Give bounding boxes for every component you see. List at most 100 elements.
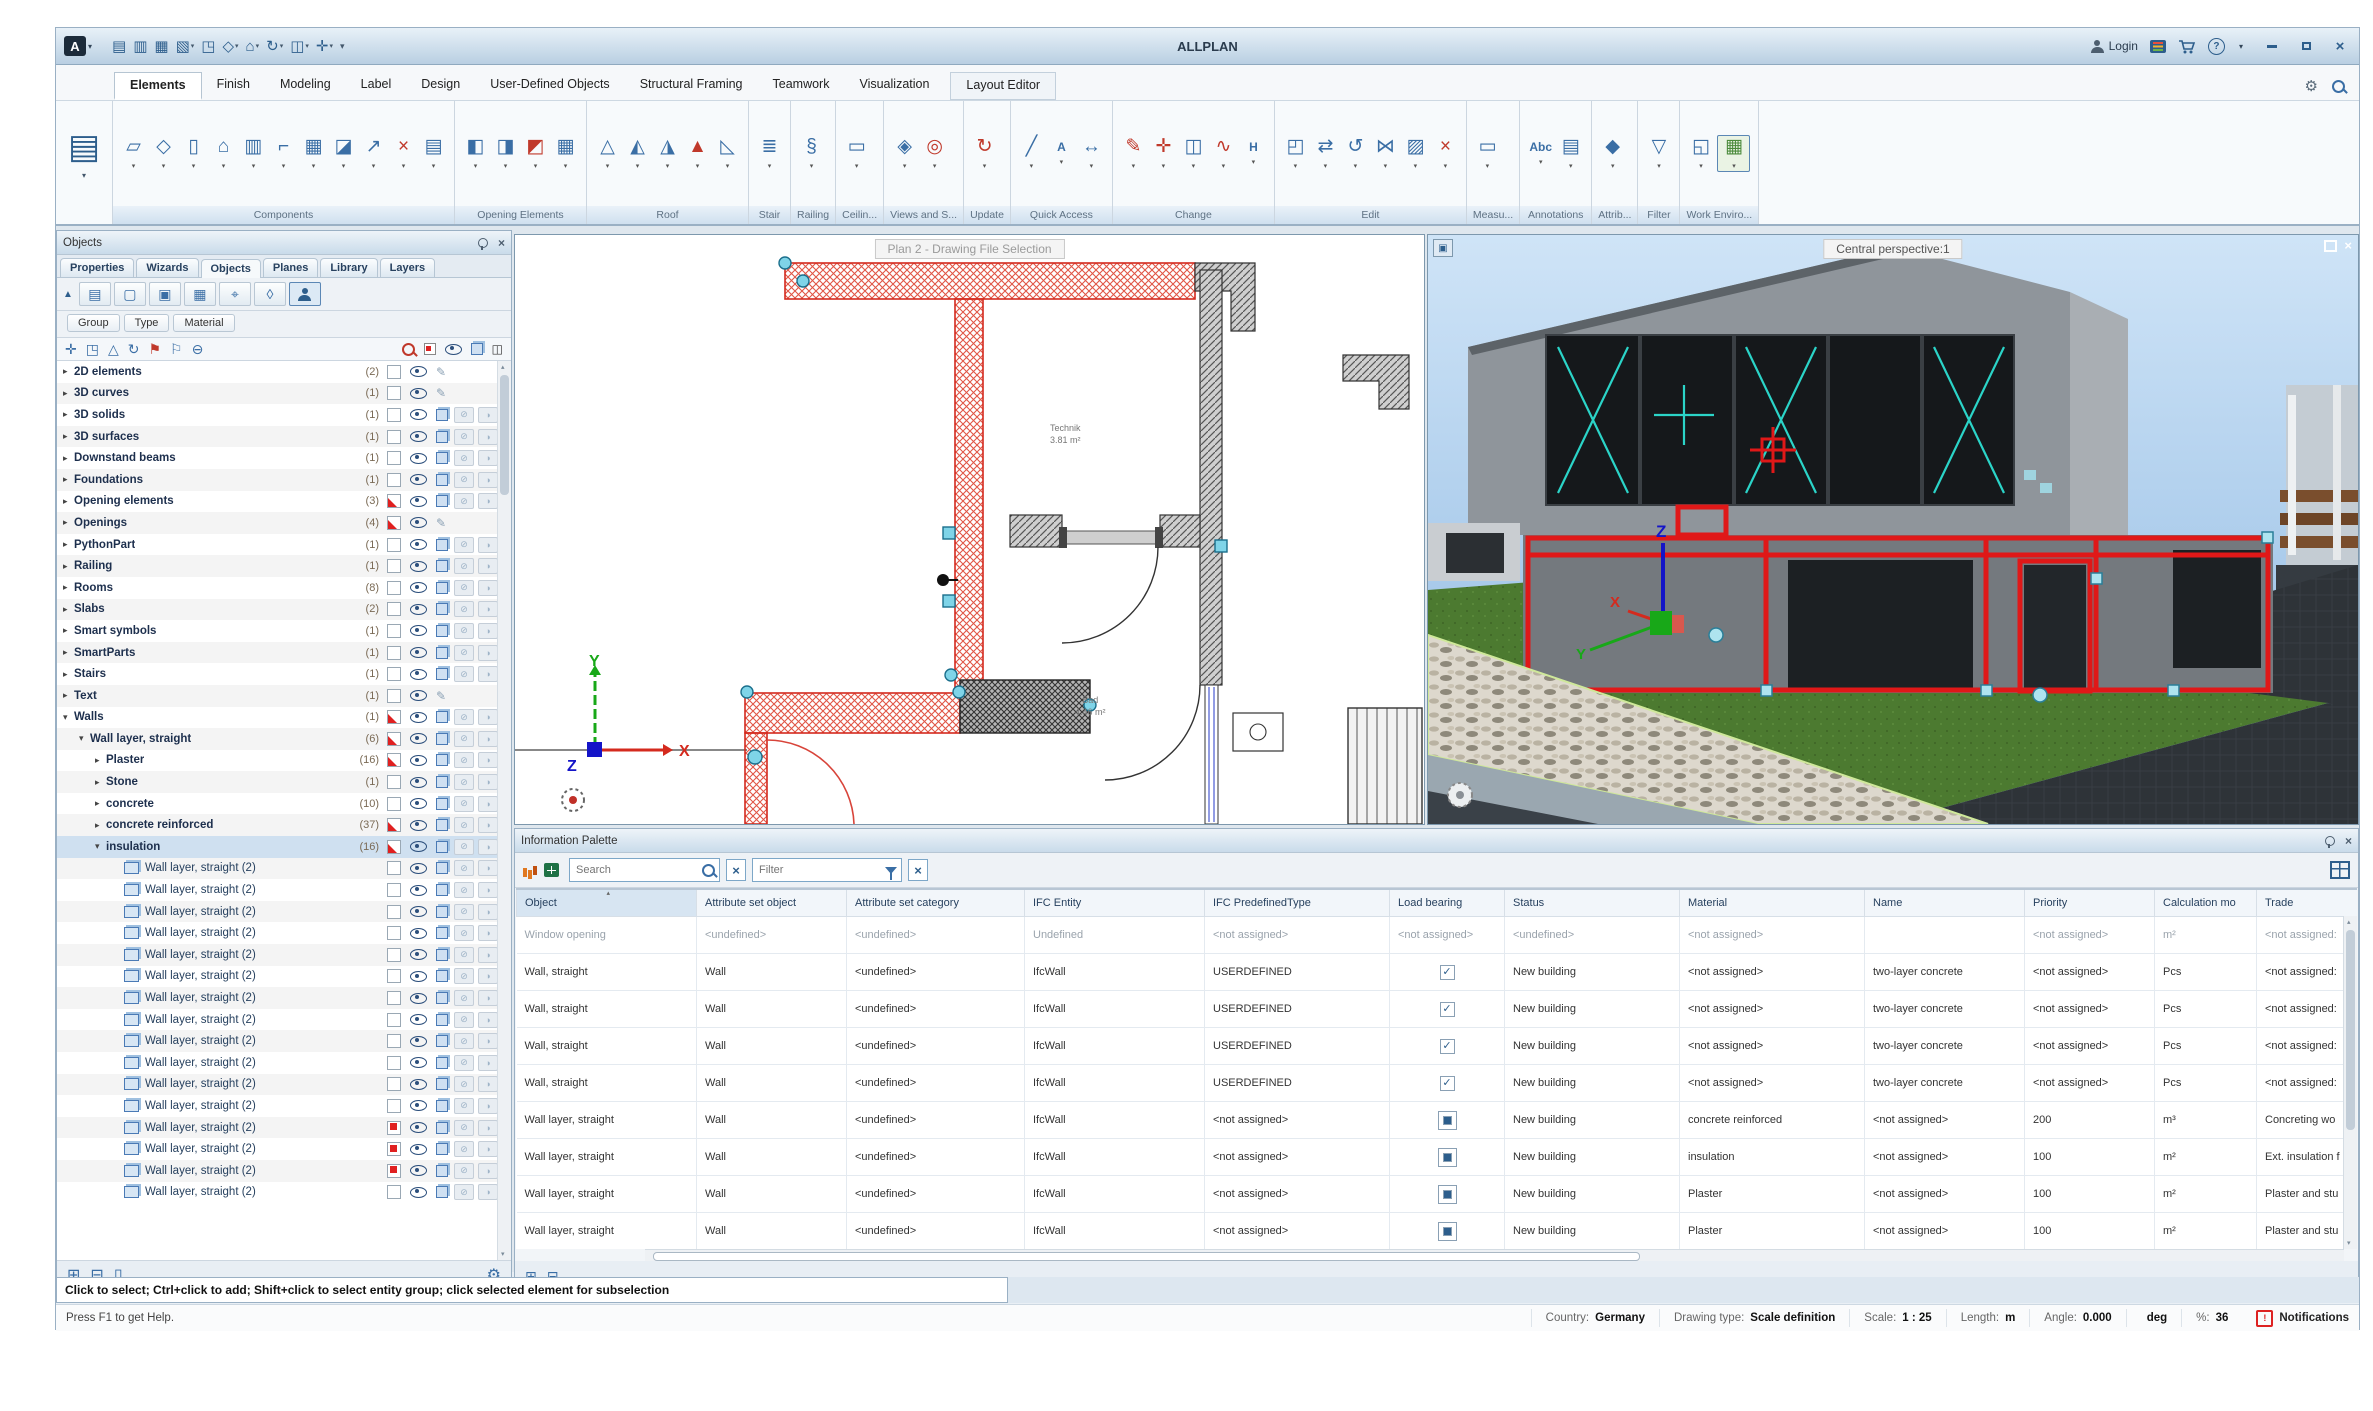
filter-tool-icon[interactable]: ▽ [1645,137,1672,171]
column-tool-icon[interactable]: ▯ [180,137,207,171]
table-row[interactable]: Wall, straightWall<undefined>IfcWallUSER… [517,954,2358,991]
table-cell[interactable]: IfcWall [1025,1028,1205,1065]
isolate-toggle-icon[interactable]: ⊘ [454,666,474,682]
table-cell[interactable]: <undefined> [847,1176,1025,1213]
menu-tab[interactable]: Label [346,72,407,100]
table-cell[interactable] [1390,1065,1505,1102]
table-cell[interactable]: Pcs [2155,954,2257,991]
menu-tab[interactable]: Design [406,72,475,100]
close-icon[interactable]: × [498,237,505,249]
table-cell[interactable] [1390,991,1505,1028]
table-cell[interactable]: IfcWall [1025,1065,1205,1102]
table-cell[interactable]: IfcWall [1025,1102,1205,1139]
table-cell[interactable]: <not assigned: [2257,991,2358,1028]
table-cell[interactable]: USERDEFINED [1205,954,1390,991]
table-cell[interactable]: two-layer concrete [1865,954,2025,991]
table-cell[interactable]: Wall [697,1028,847,1065]
representation-icon[interactable] [436,560,450,572]
info-toggle-icon[interactable]: ◑ [478,1120,498,1136]
column-header[interactable]: Attribute set category [847,889,1025,917]
tree-row[interactable]: ▸ Text (1) ⊘ ◑ [57,685,498,707]
table-cell[interactable]: <not assigned> [1205,1102,1390,1139]
move-tool-icon[interactable]: ⇄ [1312,137,1339,171]
table-cell[interactable]: <not assigned: [2257,917,2358,954]
viewport-3d[interactable]: Central perspective:1 ▣ × [1427,234,2359,825]
visibility-eye-icon[interactable] [410,1100,427,1111]
representation-icon[interactable] [436,625,450,637]
filter-input[interactable] [757,863,881,877]
visibility-eye-icon[interactable] [410,539,427,550]
selection-checkbox[interactable] [387,1164,401,1178]
table-cell[interactable]: Wall layer, straight [517,1213,697,1250]
expand-arrow-icon[interactable]: ▸ [63,561,74,572]
table-cell[interactable] [1390,1213,1505,1250]
visibility-eye-icon[interactable] [410,820,427,831]
info-toggle-icon[interactable]: ◑ [478,990,498,1006]
roof-frame-tool-icon[interactable]: △ [594,137,621,171]
table-cell[interactable]: Wall [697,1139,847,1176]
component-grid-tool-icon[interactable]: ▤ [420,137,447,171]
visibility-eye-icon[interactable] [410,733,427,744]
tree-row[interactable]: Wall layer, straight (2) ⊘ ◑ [57,944,498,966]
match-icon[interactable]: ◇ [222,39,238,54]
expand-arrow-icon[interactable]: ▾ [79,733,90,744]
representation-icon[interactable] [436,386,450,400]
representation-icon[interactable] [436,1100,450,1112]
table-cell[interactable]: New building [1505,1065,1680,1102]
info-toggle-icon[interactable]: ◑ [478,947,498,963]
table-cell[interactable]: IfcWall [1025,1139,1205,1176]
collapse-icon[interactable]: ▲ [63,289,73,300]
expand-arrow-icon[interactable]: ▸ [63,669,74,680]
table-cell[interactable]: USERDEFINED [1205,1065,1390,1102]
sort-document-icon[interactable]: ▢ [114,282,146,306]
menu-tab[interactable]: Elements [114,72,202,100]
expand-arrow-icon[interactable]: ▸ [63,539,74,550]
table-cell[interactable]: <not assigned> [2025,1065,2155,1102]
minimize-button[interactable] [2261,38,2283,54]
selection-checkbox[interactable] [387,689,401,703]
expand-arrow-icon[interactable]: ▸ [95,777,106,788]
visibility-eye-icon[interactable] [410,388,427,399]
measure-tool-icon[interactable]: ▭ [1474,137,1501,171]
expand-arrow-icon[interactable]: ▸ [63,517,74,528]
tree-row[interactable]: Wall layer, straight (2) ⊘ ◑ [57,1052,498,1074]
selection-checkbox[interactable] [387,581,401,595]
ceiling-tool-icon[interactable]: ▭ [843,137,870,171]
visibility-eye-icon[interactable] [410,993,427,1004]
table-cell[interactable]: m² [2155,1213,2257,1250]
selection-checkbox[interactable] [387,602,401,616]
table-cell[interactable]: Ext. insulation f [2257,1139,2358,1176]
table-cell[interactable]: <undefined> [847,1065,1025,1102]
maximize-icon[interactable] [2324,240,2337,252]
profile-wall-tool-icon[interactable]: ◇ [150,137,177,171]
info-toggle-icon[interactable]: ◑ [478,1184,498,1200]
tree-row[interactable]: ▾ insulation (16) ⊘ ◑ [57,836,498,858]
tree-row[interactable]: ▸ 3D solids (1) ⊘ ◑ [57,404,498,426]
isolate-toggle-icon[interactable]: ⊘ [454,990,474,1006]
selection-checkbox[interactable] [387,861,401,875]
expand-arrow-icon[interactable]: ▸ [63,474,74,485]
info-toggle-icon[interactable]: ◑ [478,925,498,941]
selection-checkbox[interactable] [387,538,401,552]
table-cell[interactable]: <not assigned> [1390,917,1505,954]
info-toggle-icon[interactable]: ◑ [478,450,498,466]
table-cell[interactable]: New building [1505,1102,1680,1139]
table-cell[interactable]: <not assigned: [2257,954,2358,991]
visibility-eye-icon[interactable] [410,863,427,874]
visibility-eye-icon[interactable] [410,409,427,420]
table-row[interactable]: Wall, straightWall<undefined>IfcWallUSER… [517,991,2358,1028]
sort-tag-icon[interactable]: ◊ [254,282,286,306]
table-cell[interactable]: 200 [2025,1102,2155,1139]
app-logo[interactable]: A [64,36,86,56]
column-header[interactable]: IFC PredefinedType [1205,889,1390,917]
table-cell[interactable]: <not assigned> [2025,954,2155,991]
tree-row[interactable]: Wall layer, straight (2) ⊘ ◑ [57,1074,498,1096]
table-cell[interactable]: New building [1505,1139,1680,1176]
tree-row[interactable]: ▸ Railing (1) ⊘ ◑ [57,555,498,577]
table-cell[interactable]: <not assigned> [1205,917,1390,954]
table-cell[interactable]: IfcWall [1025,1176,1205,1213]
visibility-eye-icon[interactable] [410,971,427,982]
column-header[interactable]: Object [517,889,697,917]
visibility-eye-icon[interactable] [410,755,427,766]
status-field[interactable]: Angle: 0.000 [2029,1309,2125,1327]
